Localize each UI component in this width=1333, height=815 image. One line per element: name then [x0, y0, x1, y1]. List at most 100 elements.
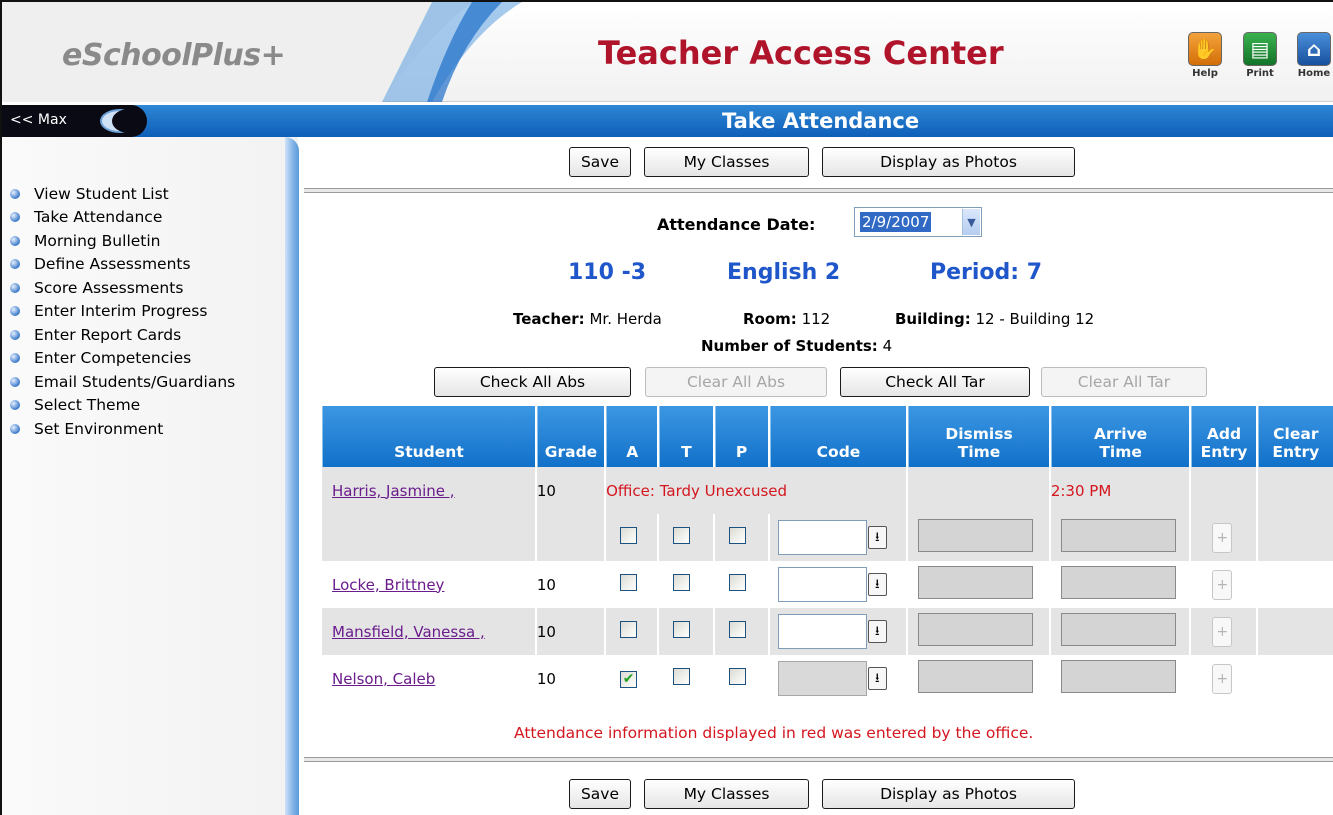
office-note: Attendance information displayed in red … — [514, 724, 1034, 742]
printer-icon: ▤ — [1243, 32, 1277, 66]
table-header-row: Student Grade A T P Code Dismiss Time Arr… — [322, 406, 1333, 467]
clear-all-abs-button[interactable]: Clear All Abs — [645, 367, 827, 397]
class-period: Period: 7 — [930, 260, 1043, 285]
sidebar-item-enter-report-cards[interactable]: Enter Report Cards — [10, 323, 235, 347]
code-select[interactable] — [777, 520, 867, 555]
display-as-photos-button-bottom[interactable]: Display as Photos — [822, 779, 1075, 809]
bullet-icon — [10, 353, 20, 364]
bullet-icon — [10, 212, 20, 223]
tardy-checkbox[interactable] — [673, 527, 691, 544]
home-label: Home — [1297, 68, 1331, 79]
room-label: Room: — [743, 310, 797, 328]
column-header-arrive-time[interactable]: Arrive Time — [1050, 406, 1190, 467]
max-toggle[interactable]: << Max — [2, 105, 147, 137]
print-button[interactable]: ▤ Print — [1240, 32, 1280, 102]
save-button-bottom[interactable]: Save — [569, 779, 631, 809]
header-line: Arrive — [1093, 425, 1148, 443]
column-header-dismiss-time[interactable]: Dismiss Time — [908, 406, 1049, 467]
hand-icon: ✋ — [1188, 32, 1222, 66]
arrive-time-input[interactable] — [1060, 566, 1176, 599]
save-button[interactable]: Save — [569, 147, 631, 177]
dismiss-time-input[interactable] — [918, 660, 1034, 693]
sidebar-item-label: Enter Interim Progress — [34, 302, 208, 321]
student-name-link[interactable]: Mansfield, Vanessa , — [322, 623, 485, 641]
dropdown-arrow-icon[interactable]: ⭳ — [867, 667, 887, 690]
check-all-tar-button[interactable]: Check All Tar — [840, 367, 1030, 397]
tardy-checkbox[interactable] — [673, 621, 691, 638]
arrive-time-input[interactable] — [1060, 613, 1176, 646]
building-label: Building: — [895, 310, 971, 328]
table-row: Nelson, Caleb 10 ✔ ⭳ + — [322, 655, 1333, 702]
tardy-checkbox[interactable] — [673, 574, 691, 591]
header-line: Clear — [1273, 425, 1319, 443]
column-header-clear-entry[interactable]: Clear Entry — [1257, 406, 1333, 467]
present-checkbox[interactable] — [728, 527, 746, 544]
attendance-date-select[interactable]: 2/9/2007 ▼ — [854, 207, 982, 237]
bullet-icon — [10, 376, 20, 387]
chevron-down-icon[interactable]: ▼ — [962, 209, 980, 235]
student-name-link[interactable]: Locke, Brittney — [322, 576, 444, 594]
title-bar: << Max Take Attendance — [2, 105, 1333, 137]
sidebar-item-take-attendance[interactable]: Take Attendance — [10, 206, 235, 230]
column-header-tardy[interactable]: T — [659, 406, 713, 467]
header-line: Entry — [1272, 443, 1320, 461]
dropdown-arrow-icon[interactable]: ⭳ — [867, 526, 887, 549]
header-line: Entry — [1200, 443, 1248, 461]
column-header-absent[interactable]: A — [606, 406, 658, 467]
column-header-present[interactable]: P — [714, 406, 768, 467]
dropdown-arrow-icon[interactable]: ⭳ — [867, 620, 887, 643]
max-link[interactable]: << Max — [10, 112, 67, 128]
code-select[interactable] — [777, 661, 867, 696]
sidebar-item-select-theme[interactable]: Select Theme — [10, 394, 235, 418]
sidebar-item-email-students-guardians[interactable]: Email Students/Guardians — [10, 370, 235, 394]
column-header-add-entry[interactable]: Add Entry — [1191, 406, 1256, 467]
present-checkbox[interactable] — [728, 574, 746, 591]
clear-entry-cell — [1258, 561, 1333, 608]
my-classes-button[interactable]: My Classes — [644, 147, 809, 177]
dismiss-time-input[interactable] — [918, 613, 1034, 646]
dropdown-arrow-icon[interactable]: ⭳ — [867, 573, 887, 596]
present-checkbox[interactable] — [728, 621, 746, 638]
column-header-code[interactable]: Code — [769, 406, 907, 467]
column-header-grade[interactable]: Grade — [536, 406, 605, 467]
absent-checkbox[interactable] — [620, 621, 638, 638]
help-button[interactable]: ✋ Help — [1185, 32, 1225, 102]
student-grade: 10 — [536, 669, 556, 688]
absent-checkbox[interactable] — [620, 527, 638, 544]
class-section: 110 -3 — [568, 260, 647, 285]
add-entry-button[interactable]: + — [1212, 663, 1233, 694]
present-checkbox[interactable] — [728, 668, 746, 685]
sidebar-item-enter-interim-progress[interactable]: Enter Interim Progress — [10, 300, 235, 324]
arrive-time-input[interactable] — [1060, 660, 1176, 693]
dismiss-time-input[interactable] — [918, 566, 1034, 599]
dismiss-time-input[interactable] — [918, 519, 1034, 552]
add-entry-button[interactable]: + — [1212, 522, 1233, 553]
tardy-checkbox[interactable] — [673, 668, 691, 685]
sidebar-item-define-assessments[interactable]: Define Assessments — [10, 253, 235, 277]
check-all-abs-button[interactable]: Check All Abs — [434, 367, 631, 397]
home-button[interactable]: ⌂ Home — [1294, 32, 1333, 102]
table-row: Harris, Jasmine , 10 Office: Tardy Unexc… — [322, 467, 1333, 514]
code-select[interactable] — [777, 614, 867, 649]
add-entry-button[interactable]: + — [1212, 569, 1233, 600]
sidebar-item-view-student-list[interactable]: View Student List — [10, 182, 235, 206]
my-classes-button-bottom[interactable]: My Classes — [644, 779, 809, 809]
code-select[interactable] — [777, 567, 867, 602]
column-header-student[interactable]: Student — [322, 406, 535, 467]
sidebar-edge — [285, 137, 299, 815]
clear-all-tar-button[interactable]: Clear All Tar — [1041, 367, 1207, 397]
student-name-link[interactable]: Nelson, Caleb — [322, 670, 435, 688]
print-label: Print — [1246, 68, 1274, 79]
clear-entry-cell — [1258, 655, 1333, 702]
add-entry-button[interactable]: + — [1212, 616, 1233, 647]
student-count-value: 4 — [882, 337, 893, 355]
sidebar-item-enter-competencies[interactable]: Enter Competencies — [10, 347, 235, 371]
absent-checkbox-checked[interactable]: ✔ — [620, 671, 638, 688]
display-as-photos-button[interactable]: Display as Photos — [822, 147, 1075, 177]
sidebar-item-score-assessments[interactable]: Score Assessments — [10, 276, 235, 300]
student-name-link[interactable]: Harris, Jasmine , — [322, 482, 455, 500]
arrive-time-input[interactable] — [1060, 519, 1176, 552]
sidebar-item-set-environment[interactable]: Set Environment — [10, 417, 235, 441]
absent-checkbox[interactable] — [620, 574, 638, 591]
sidebar-item-morning-bulletin[interactable]: Morning Bulletin — [10, 229, 235, 253]
